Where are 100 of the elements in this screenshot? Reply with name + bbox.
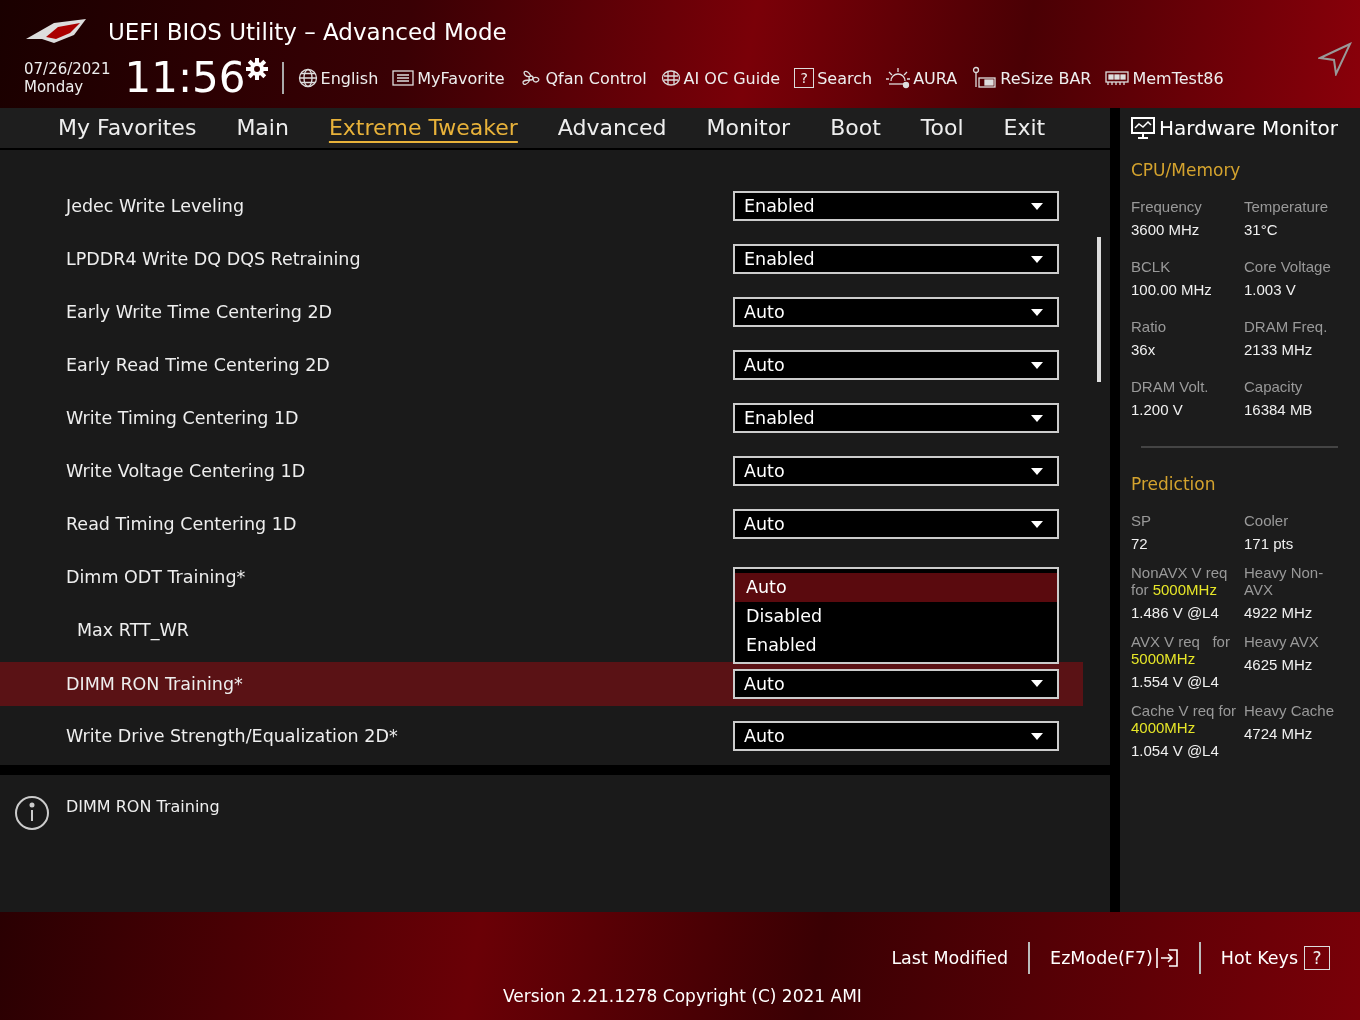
dropdown-option[interactable]: Auto bbox=[735, 572, 1057, 602]
chip-icon bbox=[660, 69, 681, 87]
tab[interactable]: Advanced bbox=[537, 108, 687, 147]
caret-icon bbox=[1031, 255, 1043, 263]
stat-value: 171 pts bbox=[1244, 535, 1295, 552]
last-modified-button[interactable]: Last Modified bbox=[879, 948, 1021, 968]
stat-label: Ratio bbox=[1131, 318, 1168, 335]
stat-label: Heavy Cache bbox=[1244, 702, 1336, 719]
stat-label: Heavy Non-AVX bbox=[1244, 564, 1325, 598]
stat-label: Cache V req for 4000MHz bbox=[1131, 702, 1238, 736]
setting-label: Write Drive Strength/Equalization 2D* bbox=[66, 726, 399, 747]
setting-row[interactable]: Jedec Write Leveling Enabled bbox=[0, 179, 1083, 233]
graphics-card-icon bbox=[971, 66, 998, 90]
stat-value: 16384 MB bbox=[1244, 401, 1314, 418]
caret-icon bbox=[1031, 467, 1043, 475]
setting-row[interactable]: Max RTT_WR bbox=[0, 603, 720, 657]
dropdown-field[interactable]: Auto bbox=[733, 456, 1059, 487]
tab[interactable]: Monitor bbox=[686, 108, 811, 147]
hot-keys-button[interactable]: Hot Keys ? bbox=[1208, 946, 1342, 970]
setting-row[interactable]: Write Voltage Centering 1D Auto bbox=[0, 444, 1083, 498]
toolbar-button[interactable]: ? Search bbox=[794, 68, 873, 88]
setting-row[interactable]: Early Read Time Centering 2D Auto bbox=[0, 338, 1083, 392]
exit-icon bbox=[1154, 947, 1179, 969]
list-icon bbox=[392, 69, 415, 87]
toolbar-button[interactable]: English bbox=[297, 68, 379, 88]
stat-label: Temperature bbox=[1244, 198, 1330, 215]
clock-time: 11:56 bbox=[124, 56, 246, 100]
dropdown-field[interactable]: Enabled bbox=[733, 244, 1059, 275]
stat-value: 1.486 V @L4 bbox=[1131, 604, 1220, 621]
stat-value: 4922 MHz bbox=[1244, 604, 1314, 621]
stat-label: Cooler bbox=[1244, 512, 1290, 529]
dropdown-option[interactable]: Enabled bbox=[735, 630, 1057, 660]
settings-icon[interactable] bbox=[245, 58, 268, 80]
stat-label: NonAVX V req for 5000MHz bbox=[1131, 564, 1229, 598]
setting-row[interactable]: DIMM RON Training* Auto bbox=[0, 661, 1083, 706]
dropdown-field[interactable]: Enabled bbox=[733, 403, 1059, 434]
pointer-icon bbox=[1318, 42, 1352, 76]
setting-row[interactable]: Dimm ODT Training* bbox=[0, 550, 720, 604]
setting-row[interactable]: Write Timing Centering 1D Enabled bbox=[0, 391, 1083, 445]
setting-label: Early Write Time Centering 2D bbox=[66, 302, 334, 323]
info-icon bbox=[14, 795, 50, 832]
stat-label: SP bbox=[1131, 512, 1152, 529]
tab[interactable]: My Favorites bbox=[38, 108, 217, 147]
tab[interactable]: Exit bbox=[983, 108, 1066, 147]
setting-row[interactable]: Read Timing Centering 1D Auto bbox=[0, 497, 1083, 551]
toolbar-button[interactable]: AURA bbox=[886, 67, 958, 89]
monitor-icon bbox=[1131, 116, 1155, 140]
tab[interactable]: Extreme Tweaker bbox=[308, 108, 538, 147]
setting-row[interactable]: Write Drive Strength/Equalization 2D* Auto bbox=[0, 709, 1083, 763]
tab[interactable]: Boot bbox=[810, 108, 901, 147]
setting-label: Read Timing Centering 1D bbox=[66, 514, 298, 535]
stat-label: DRAM Volt. bbox=[1131, 378, 1210, 395]
stat-value: 1.003 V bbox=[1244, 281, 1297, 298]
dropdown-field[interactable]: Enabled bbox=[733, 191, 1059, 222]
memory-module-icon bbox=[1105, 70, 1130, 86]
stat-value: 100.00 MHz bbox=[1131, 281, 1213, 298]
toolbar-button[interactable]: ReSize BAR bbox=[971, 66, 1092, 90]
caret-icon bbox=[1031, 520, 1043, 528]
caret-icon bbox=[1031, 361, 1043, 369]
dropdown-field[interactable]: Auto bbox=[733, 509, 1059, 540]
dropdown-field[interactable]: Auto bbox=[733, 350, 1059, 381]
stat-value: 1.200 V bbox=[1131, 401, 1184, 418]
window-title: UEFI BIOS Utility – Advanced Mode bbox=[108, 19, 507, 45]
section-title: Prediction bbox=[1131, 474, 1217, 494]
setting-label: DIMM RON Training* bbox=[66, 673, 244, 694]
version-text: Version 2.21.1278 Copyright (C) 2021 AMI bbox=[503, 986, 862, 1006]
scrollbar[interactable] bbox=[1097, 236, 1101, 382]
stat-label: AVX V req for 5000MHz bbox=[1131, 633, 1231, 667]
stat-value: 3600 MHz bbox=[1131, 221, 1201, 238]
stat-value: 1.054 V @L4 bbox=[1131, 742, 1220, 759]
dropdown-field[interactable]: Auto bbox=[733, 297, 1059, 328]
setting-row[interactable]: LPDDR4 Write DQ DQS Retraining Enabled bbox=[0, 232, 1083, 286]
caret-icon bbox=[1031, 202, 1043, 210]
setting-label: Jedec Write Leveling bbox=[66, 196, 245, 217]
panel-title: Hardware Monitor bbox=[1159, 116, 1338, 140]
help-icon: ? bbox=[794, 68, 815, 88]
stat-value: 4724 MHz bbox=[1244, 725, 1314, 742]
stat-value: 36x bbox=[1131, 341, 1157, 358]
caret-icon bbox=[1031, 680, 1043, 688]
stat-value: 31°C bbox=[1244, 221, 1279, 238]
stat-label: BCLK bbox=[1131, 258, 1172, 275]
stat-value: 4625 MHz bbox=[1244, 656, 1314, 673]
tab[interactable]: Tool bbox=[900, 108, 984, 147]
caret-icon bbox=[1031, 414, 1043, 422]
toolbar-button[interactable]: AI OC Guide bbox=[660, 68, 781, 88]
toolbar-button[interactable]: MyFavorite bbox=[392, 68, 505, 88]
date-text: 07/26/2021 bbox=[24, 60, 111, 78]
dropdown-option[interactable]: Disabled bbox=[735, 601, 1057, 631]
setting-row[interactable]: Early Write Time Centering 2D Auto bbox=[0, 285, 1083, 339]
toolbar-button[interactable]: Qfan Control bbox=[518, 67, 647, 89]
ezmode-button[interactable]: EzMode(F7) bbox=[1038, 947, 1191, 969]
caret-icon bbox=[1031, 308, 1043, 316]
stat-label: Capacity bbox=[1244, 378, 1304, 395]
setting-label: Early Read Time Centering 2D bbox=[66, 355, 331, 376]
tab[interactable]: Main bbox=[216, 108, 309, 147]
globe-icon bbox=[297, 68, 318, 88]
dropdown-field[interactable]: Auto bbox=[733, 668, 1059, 699]
dropdown-field[interactable]: Auto bbox=[733, 721, 1059, 752]
toolbar-button[interactable]: MemTest86 bbox=[1105, 68, 1224, 88]
setting-label: Write Voltage Centering 1D bbox=[66, 461, 307, 482]
